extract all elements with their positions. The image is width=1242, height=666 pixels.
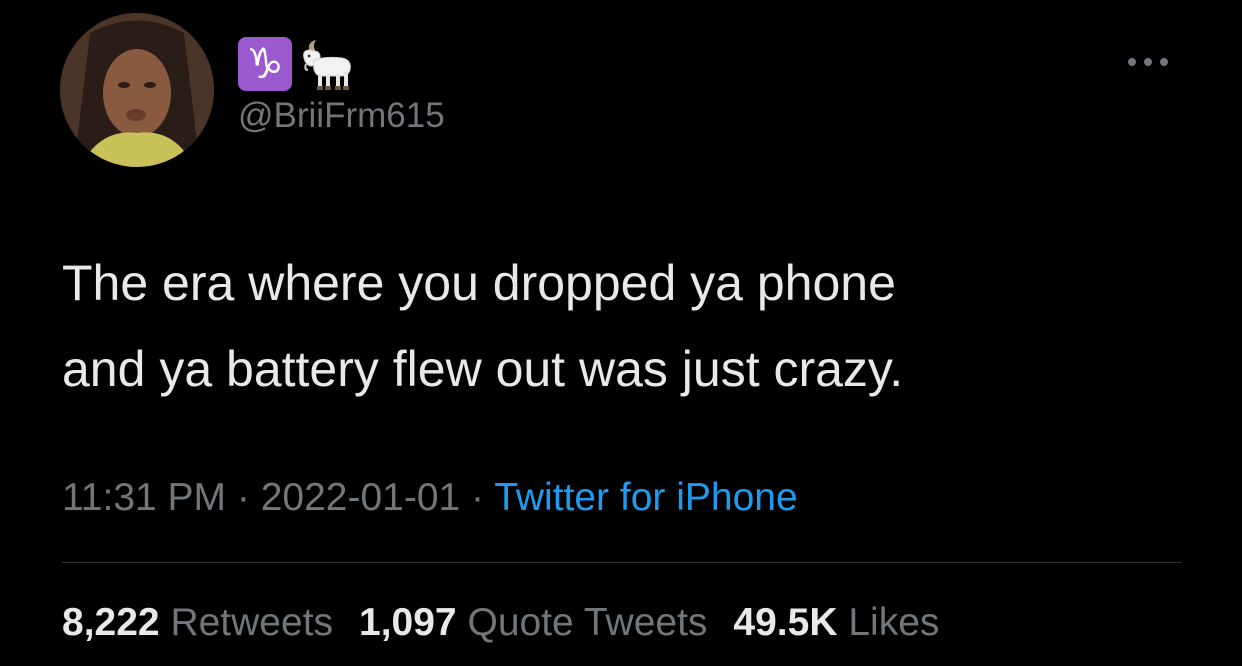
quote-tweets-label: Quote Tweets xyxy=(467,601,708,644)
tweet-text: The era where you dropped ya phone and y… xyxy=(62,255,904,397)
avatar[interactable] xyxy=(60,13,214,167)
tweet-meta: 11:31 PM · 2022-01-01 · Twitter for iPho… xyxy=(62,476,798,520)
retweets-stat[interactable]: 8,222 Retweets xyxy=(62,601,333,645)
likes-count: 49.5K xyxy=(733,601,838,644)
goat-icon xyxy=(296,36,358,92)
quote-tweets-count: 1,097 xyxy=(359,601,457,644)
tweet-date[interactable]: 2022-01-01 xyxy=(261,476,461,519)
tweet-source-link[interactable]: Twitter for iPhone xyxy=(494,476,797,519)
meta-separator: · xyxy=(460,476,495,519)
likes-stat[interactable]: 49.5K Likes xyxy=(733,601,939,645)
more-icon-dot xyxy=(1128,58,1136,66)
more-icon-dot xyxy=(1144,58,1152,66)
meta-separator: · xyxy=(226,476,261,519)
tweet-time[interactable]: 11:31 PM xyxy=(62,476,226,519)
likes-label: Likes xyxy=(848,601,940,644)
more-options-button[interactable] xyxy=(1116,50,1180,74)
more-icon-dot xyxy=(1160,58,1168,66)
retweets-count: 8,222 xyxy=(62,601,160,644)
divider xyxy=(62,562,1182,563)
capricorn-icon: ♑ xyxy=(238,37,292,91)
quote-tweets-stat[interactable]: 1,097 Quote Tweets xyxy=(359,601,707,645)
display-name[interactable]: ♑ xyxy=(238,36,358,92)
avatar-photo xyxy=(60,13,214,167)
retweets-label: Retweets xyxy=(170,601,334,644)
author-handle[interactable]: @BriiFrm615 xyxy=(238,96,445,136)
tweet-stats: 8,222 Retweets 1,097 Quote Tweets 49.5K … xyxy=(62,601,939,645)
